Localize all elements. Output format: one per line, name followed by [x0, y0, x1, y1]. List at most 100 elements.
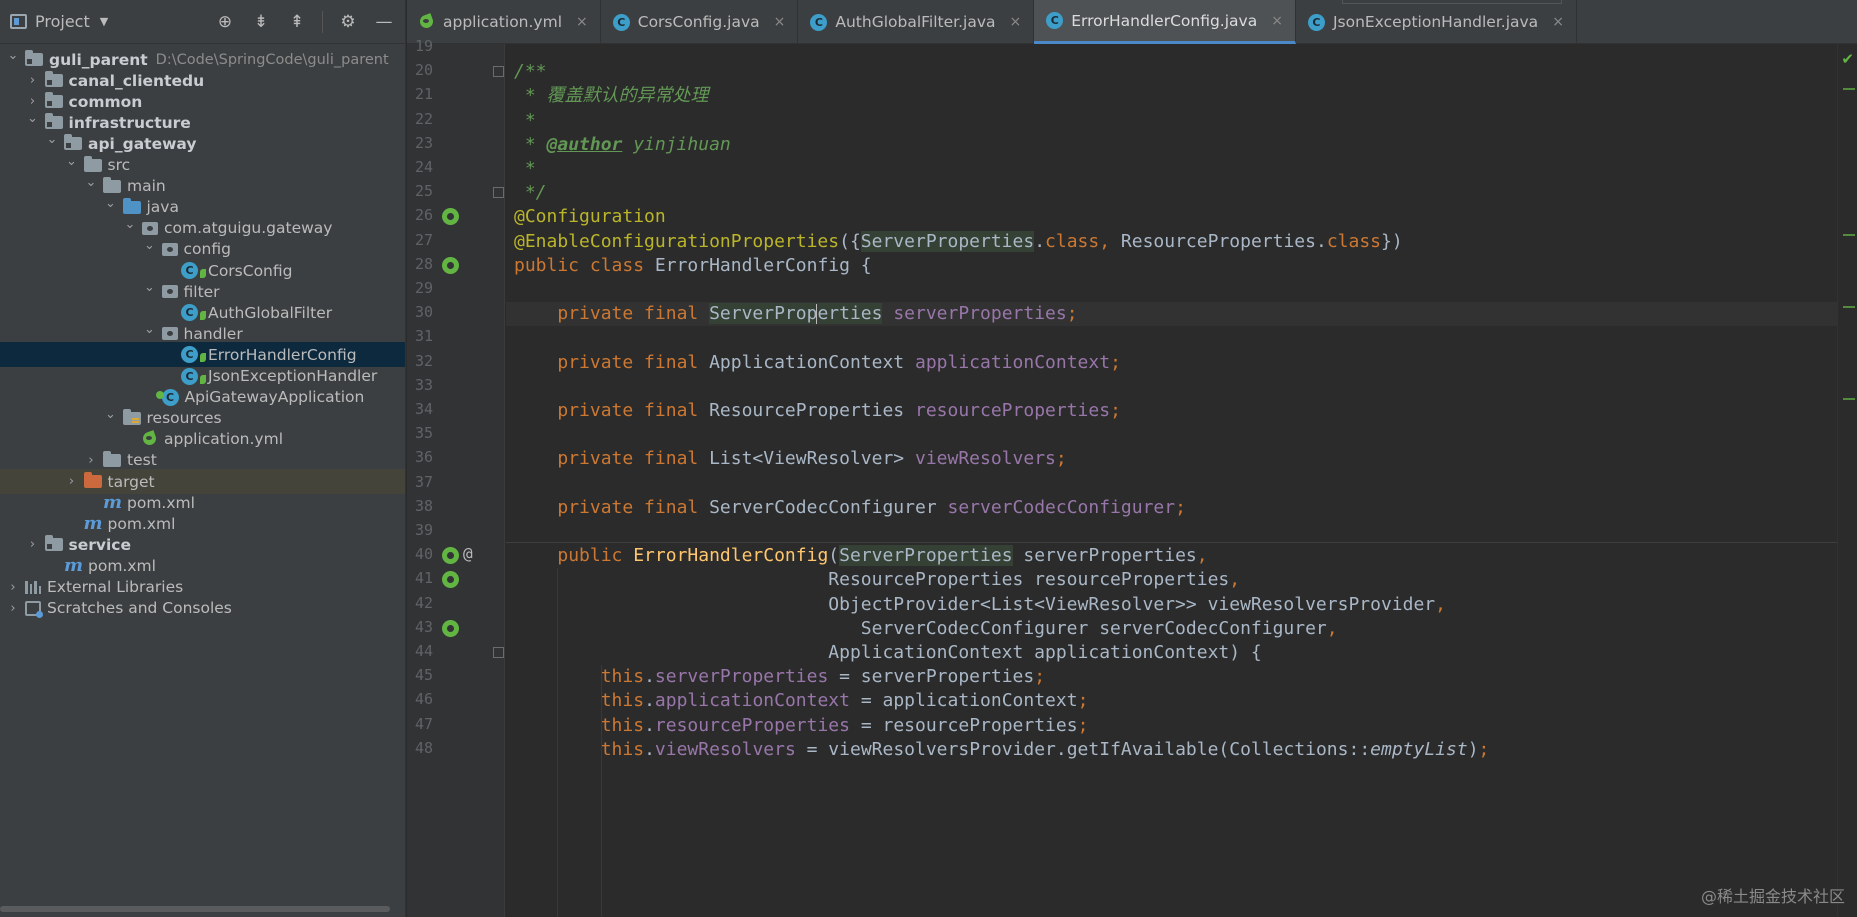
- code-line[interactable]: this.viewResolvers = viewResolversProvid…: [506, 738, 1837, 762]
- tree-item[interactable]: › Scratches and Consoles: [0, 596, 405, 621]
- code-line[interactable]: @EnableConfigurationProperties({ServerPr…: [506, 230, 1837, 254]
- gear-icon[interactable]: ⚙: [337, 11, 359, 33]
- line-number: 35: [414, 424, 433, 443]
- close-icon[interactable]: ×: [774, 14, 786, 30]
- chevron-down-icon[interactable]: ⌄: [43, 132, 61, 147]
- fold-toggle-icon[interactable]: [493, 647, 504, 658]
- code-line[interactable]: [506, 472, 1837, 496]
- code-line[interactable]: ObjectProvider<List<ViewResolver>> viewR…: [506, 593, 1837, 617]
- chevron-right-icon[interactable]: ›: [24, 537, 42, 552]
- close-icon[interactable]: ×: [1271, 13, 1283, 29]
- tab-label: application.yml: [443, 13, 563, 31]
- error-stripe[interactable]: ✔: [1837, 44, 1857, 917]
- code-area[interactable]: /** * 覆盖默认的异常处理 * * @author yinjihuan * …: [506, 44, 1837, 917]
- package-icon: [142, 221, 158, 235]
- code-line[interactable]: * @author yinjihuan: [506, 133, 1837, 157]
- code-line[interactable]: this.resourceProperties = resourceProper…: [506, 714, 1837, 738]
- code-line[interactable]: [506, 326, 1837, 350]
- keyword-token: this: [600, 738, 645, 760]
- code-line[interactable]: /**: [506, 60, 1837, 84]
- fold-toggle-icon[interactable]: [493, 187, 504, 199]
- code-line[interactable]: @Configuration: [506, 205, 1837, 229]
- editor-tab[interactable]: C AuthGlobalFilter.java ×: [798, 0, 1035, 44]
- editor-tab[interactable]: application.yml ×: [407, 0, 601, 44]
- code-line[interactable]: *: [506, 157, 1837, 181]
- close-icon[interactable]: ×: [576, 14, 588, 30]
- chevron-right-icon[interactable]: ›: [24, 94, 42, 109]
- code-line[interactable]: private final ResourceProperties resourc…: [506, 399, 1837, 423]
- project-view-selector[interactable]: Project ▼: [10, 12, 108, 31]
- chevron-right-icon[interactable]: ›: [4, 601, 22, 616]
- code-line[interactable]: private final ServerCodecConfigurer serv…: [506, 496, 1837, 520]
- chevron-right-icon[interactable]: ›: [24, 73, 42, 88]
- line-number: 21: [414, 85, 433, 104]
- collapse-all-icon[interactable]: ⇞: [286, 11, 308, 33]
- inspection-ok-icon[interactable]: ✔: [1841, 50, 1854, 68]
- expand-all-icon[interactable]: ⇟: [250, 11, 272, 33]
- spring-bean-icon[interactable]: [442, 208, 459, 226]
- line-number: 23: [414, 133, 433, 152]
- tree-item-label: CorsConfig: [208, 261, 293, 280]
- horizontal-scrollbar[interactable]: [0, 906, 390, 912]
- close-icon[interactable]: ×: [1552, 14, 1564, 30]
- code-line[interactable]: * 覆盖默认的异常处理: [506, 84, 1837, 108]
- spring-bean-icon[interactable]: [442, 571, 459, 589]
- project-panel: Project ▼ ⊕ ⇟ ⇞ ⚙ — ⌄ guli_parent D:\Code\…: [0, 0, 406, 917]
- code-line[interactable]: [506, 278, 1837, 302]
- code-line[interactable]: private final ServerProperties serverPro…: [506, 302, 1837, 327]
- chevron-down-icon[interactable]: ⌄: [121, 217, 139, 232]
- chevron-right-icon[interactable]: ›: [63, 474, 81, 489]
- chevron-down-icon[interactable]: ⌄: [4, 48, 22, 63]
- code-line[interactable]: public ErrorHandlerConfig(ServerProperti…: [506, 544, 1837, 568]
- libraries-icon: [25, 580, 41, 594]
- tree-item-label: AuthGlobalFilter: [208, 303, 333, 322]
- highlighted-type-token: erties: [817, 303, 883, 325]
- code-line[interactable]: public class ErrorHandlerConfig {: [506, 254, 1837, 278]
- editor-tab[interactable]: C JsonExceptionHandler.java ×: [1296, 0, 1577, 44]
- code-line[interactable]: */: [506, 181, 1837, 205]
- chevron-down-icon[interactable]: ⌄: [82, 175, 100, 190]
- code-line[interactable]: ServerCodecConfigurer serverCodecConfigu…: [506, 617, 1837, 641]
- code-token: ResourceProperties.: [1120, 230, 1327, 252]
- package-icon: [161, 242, 178, 256]
- chevron-down-icon[interactable]: ⌄: [102, 407, 120, 422]
- hide-panel-icon[interactable]: —: [373, 11, 395, 33]
- code-line[interactable]: *: [506, 109, 1837, 133]
- chevron-right-icon[interactable]: ›: [82, 453, 100, 468]
- fold-toggle-icon[interactable]: [493, 66, 504, 78]
- editor-tab[interactable]: C CorsConfig.java ×: [601, 0, 799, 44]
- change-marker[interactable]: [1843, 234, 1855, 236]
- tree-item-label: config: [183, 240, 231, 259]
- chevron-right-icon[interactable]: ›: [4, 580, 22, 595]
- code-line[interactable]: private final ApplicationContext applica…: [506, 351, 1837, 375]
- code-line[interactable]: this.serverProperties = serverProperties…: [506, 665, 1837, 689]
- code-line[interactable]: [506, 44, 1837, 60]
- spring-bean-icon[interactable]: [442, 547, 459, 565]
- change-marker[interactable]: [1843, 306, 1855, 308]
- spring-bean-icon[interactable]: [442, 256, 459, 274]
- change-marker[interactable]: [1843, 88, 1855, 90]
- chevron-down-icon[interactable]: ⌄: [141, 322, 159, 337]
- code-line[interactable]: private final List<ViewResolver> viewRes…: [506, 447, 1837, 471]
- spring-bean-icon[interactable]: [442, 619, 459, 637]
- chevron-down-icon[interactable]: ⌄: [63, 154, 81, 169]
- chevron-down-icon[interactable]: ⌄: [102, 196, 120, 211]
- editor-tab[interactable]: C ErrorHandlerConfig.java ×: [1034, 0, 1296, 44]
- close-icon[interactable]: ×: [1010, 14, 1022, 30]
- chevron-down-icon[interactable]: ⌄: [141, 280, 159, 295]
- code-line[interactable]: this.applicationContext = applicationCon…: [506, 689, 1837, 713]
- code-line[interactable]: [506, 423, 1837, 447]
- locate-file-icon[interactable]: ⊕: [214, 11, 236, 33]
- code-line[interactable]: [506, 375, 1837, 399]
- autowired-at-icon[interactable]: @: [463, 542, 473, 566]
- chevron-down-icon[interactable]: ⌄: [141, 238, 159, 253]
- code-line[interactable]: ResourceProperties resourceProperties,: [506, 568, 1837, 592]
- line-number: 26: [414, 206, 433, 225]
- code-line[interactable]: ApplicationContext applicationContext) {: [506, 641, 1837, 665]
- field-token: applicationContext: [654, 690, 850, 712]
- code-line[interactable]: [506, 520, 1837, 544]
- chevron-down-icon[interactable]: ⌄: [24, 111, 42, 126]
- change-marker[interactable]: [1843, 398, 1855, 400]
